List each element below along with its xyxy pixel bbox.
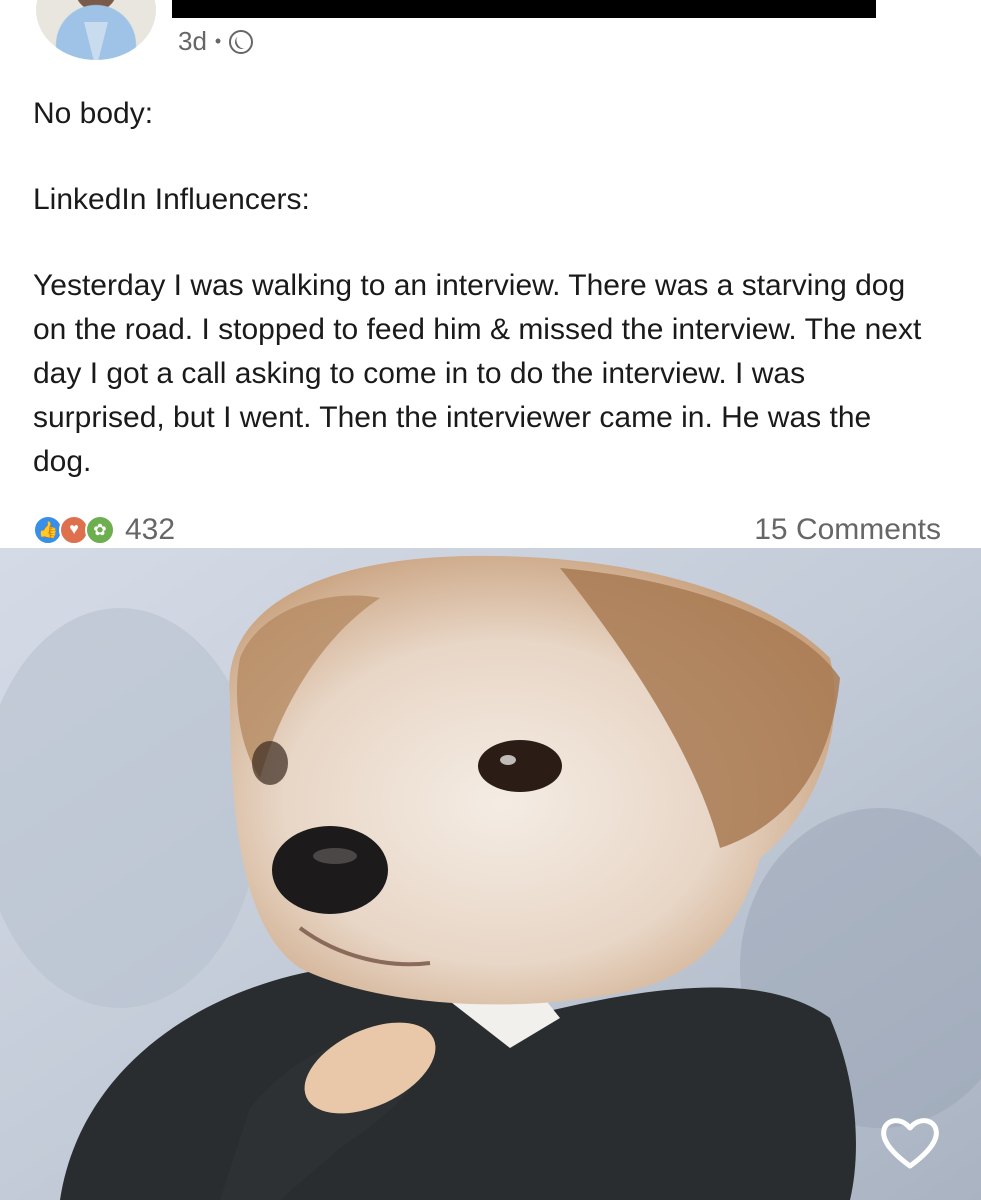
comments-link[interactable]: 15 Comments: [754, 513, 941, 547]
dog-in-suit-icon: [0, 548, 981, 1200]
social-counts-bar: 👍 ♥ ✿ 432 15 Comments: [33, 508, 941, 552]
author-name-redaction: [172, 0, 876, 18]
avatar-collar: [84, 22, 108, 60]
reactions-summary[interactable]: 👍 ♥ ✿ 432: [33, 513, 175, 547]
author-avatar[interactable]: [36, 0, 156, 60]
post-meta: 3d •: [178, 26, 254, 57]
meme-image: [0, 548, 981, 1200]
post-line-story: Yesterday I was walking to an interview.…: [33, 269, 922, 478]
heart-outline-icon: [881, 1118, 939, 1169]
meta-separator: •: [214, 31, 222, 51]
clap-icon: ✿: [85, 515, 115, 545]
post-line-influencers: LinkedIn Influencers:: [33, 183, 310, 216]
post-header: 3d •: [0, 0, 981, 70]
favorite-button[interactable]: [878, 1112, 942, 1172]
post-line-nobody: No body:: [33, 97, 154, 130]
reaction-count: 432: [125, 513, 176, 546]
globe-icon: [229, 29, 254, 54]
post-time: 3d: [178, 26, 207, 56]
post-text: No body: LinkedIn Influencers: Yesterday…: [33, 92, 933, 484]
